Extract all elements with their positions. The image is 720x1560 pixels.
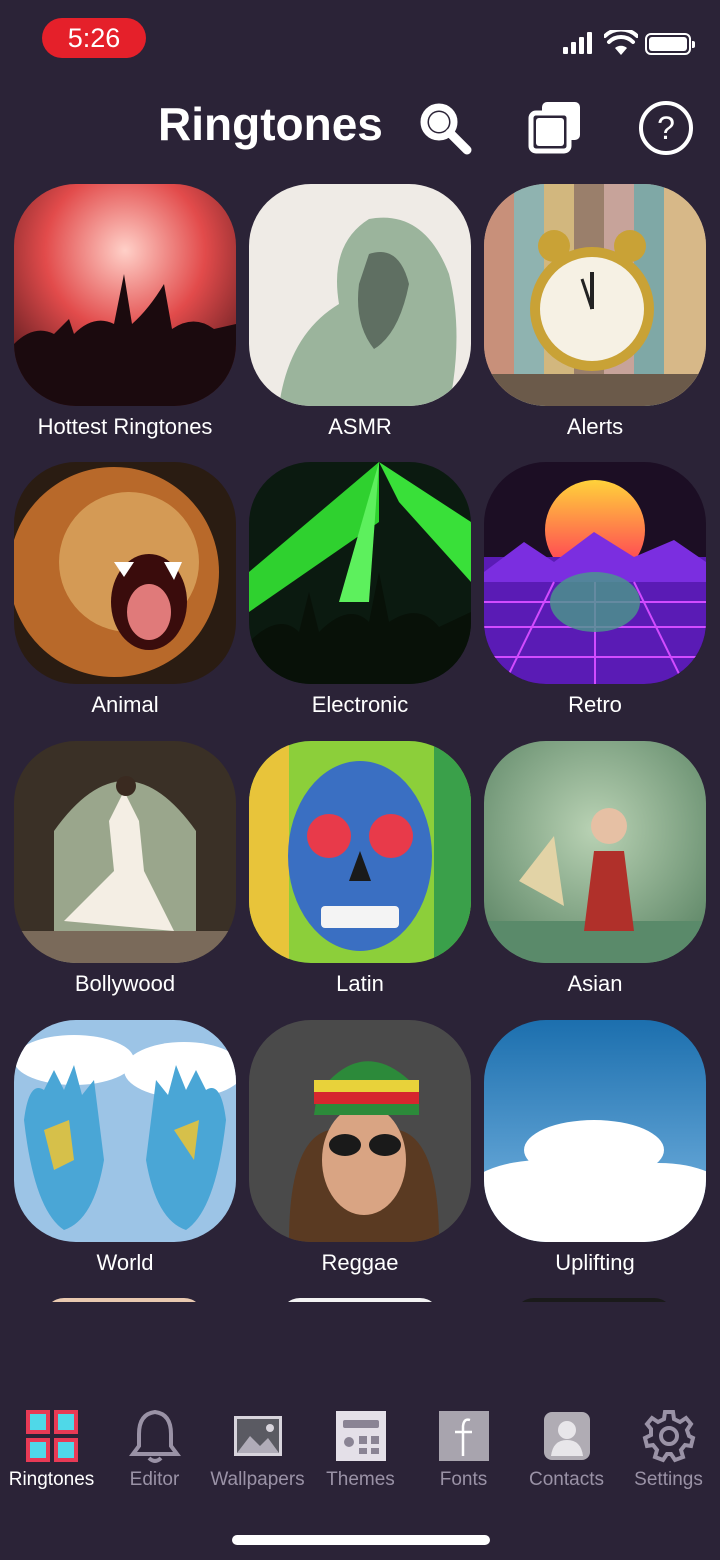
category-label: Animal <box>91 692 159 717</box>
category-tile-alerts[interactable]: Alerts <box>484 184 706 439</box>
bell-icon <box>128 1409 181 1463</box>
tab-bar: Ringtones Editor Wallpapers Themes Fonts… <box>0 1396 720 1506</box>
category-tile-retro[interactable]: Retro <box>484 462 706 717</box>
bollywood-image <box>14 741 236 963</box>
category-label: Latin <box>336 971 384 996</box>
category-grid: Hottest Ringtones ASMR Alerts Animal Ele… <box>14 184 706 1302</box>
category-tile-asmr[interactable]: ASMR <box>249 184 471 439</box>
category-label: World <box>96 1250 154 1275</box>
help-icon[interactable]: ? <box>636 98 696 158</box>
category-label: Retro <box>568 692 622 717</box>
asmr-image <box>249 184 471 406</box>
category-tile-latin[interactable]: Latin <box>249 741 471 996</box>
reggae-image <box>249 1020 471 1242</box>
grid-icon <box>25 1410 78 1462</box>
category-tile-asian[interactable]: Asian <box>484 741 706 996</box>
tab-label: Settings <box>634 1469 703 1490</box>
font-icon <box>438 1411 489 1461</box>
search-icon[interactable] <box>414 98 474 158</box>
cellular-signal-icon <box>563 30 593 54</box>
category-label: Electronic <box>311 692 409 717</box>
alerts-image <box>484 184 706 406</box>
contact-icon <box>543 1412 590 1460</box>
category-label: Uplifting <box>555 1250 635 1275</box>
picture-icon <box>233 1416 282 1456</box>
gear-icon <box>642 1410 695 1463</box>
category-tile-partial[interactable] <box>280 1298 440 1302</box>
category-label: Hottest Ringtones <box>37 414 213 439</box>
category-label: Reggae <box>321 1250 399 1275</box>
page-title: Ringtones <box>158 98 383 150</box>
animal-image <box>14 462 236 684</box>
category-tile-animal[interactable]: Animal <box>14 462 236 717</box>
status-time: 5:26 <box>42 18 146 58</box>
status-bar: 5:26 <box>0 0 720 78</box>
category-tile-reggae[interactable]: Reggae <box>249 1020 471 1275</box>
home-indicator <box>232 1535 490 1545</box>
category-tile-world[interactable]: World <box>14 1020 236 1275</box>
uplifting-image <box>484 1020 706 1242</box>
world-image <box>14 1020 236 1242</box>
hottest-ringtones-image <box>14 184 236 406</box>
category-tile-hottest-ringtones[interactable]: Hottest Ringtones <box>14 184 236 439</box>
category-label: Asian <box>567 971 623 996</box>
category-tile-partial[interactable] <box>514 1298 674 1302</box>
electronic-image <box>249 462 471 684</box>
wifi-icon <box>604 30 638 55</box>
battery-icon <box>645 33 695 55</box>
copy-icon[interactable] <box>526 98 586 158</box>
tab-settings[interactable]: Settings <box>617 1396 720 1496</box>
category-tile-uplifting[interactable]: Uplifting <box>484 1020 706 1275</box>
svg-text:?: ? <box>657 110 675 146</box>
latin-image <box>249 741 471 963</box>
category-tile-bollywood[interactable]: Bollywood <box>14 741 236 996</box>
retro-image <box>484 462 706 684</box>
category-label: Alerts <box>566 414 624 439</box>
asian-image <box>484 741 706 963</box>
category-label: ASMR <box>328 414 392 439</box>
theme-icon <box>335 1411 386 1461</box>
category-tile-partial[interactable] <box>44 1298 204 1302</box>
category-tile-electronic[interactable]: Electronic <box>249 462 471 717</box>
category-label: Bollywood <box>74 971 176 996</box>
